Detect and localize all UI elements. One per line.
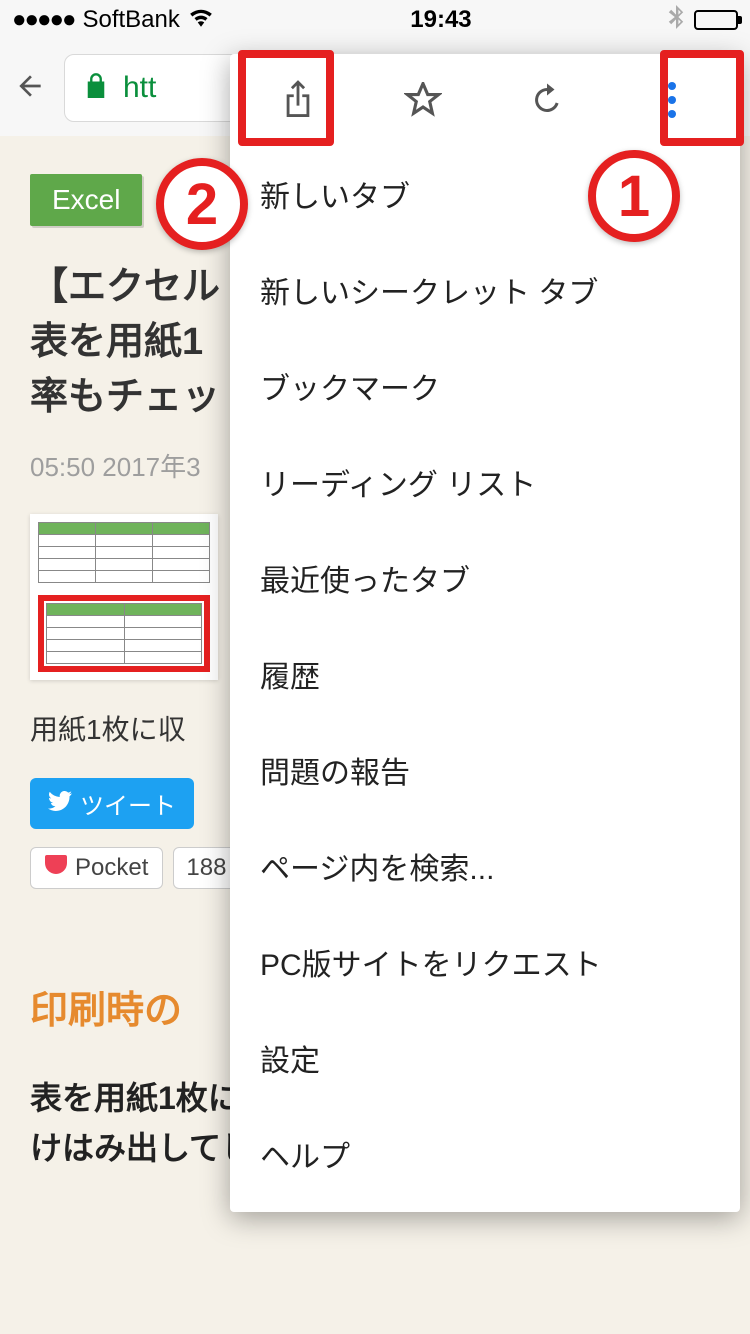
category-tag[interactable]: Excel xyxy=(30,174,142,226)
pocket-label: Pocket xyxy=(75,854,148,882)
status-bar: ●●●●● SoftBank 19:43 xyxy=(0,0,750,40)
menu-item-history[interactable]: 履歴 xyxy=(230,626,740,722)
lock-icon xyxy=(85,72,107,105)
wifi-icon xyxy=(188,6,214,34)
back-button[interactable] xyxy=(14,63,46,113)
signal-dots-icon: ●●●●● xyxy=(12,6,74,34)
status-right xyxy=(668,5,738,36)
pocket-icon xyxy=(45,854,67,882)
battery-icon xyxy=(694,10,738,30)
status-time: 19:43 xyxy=(410,6,471,34)
tweet-button[interactable]: ツイート xyxy=(30,778,194,829)
tweet-label: ツイート xyxy=(80,786,176,821)
menu-item-recent-tabs[interactable]: 最近使ったタブ xyxy=(230,530,740,626)
menu-toolbar xyxy=(230,54,740,146)
carrier-label: SoftBank xyxy=(82,6,179,34)
menu-item-bookmarks[interactable]: ブックマーク xyxy=(230,338,740,434)
menu-item-reading-list[interactable]: リーディング リスト xyxy=(230,434,740,530)
menu-item-desktop-site[interactable]: PC版サイトをリクエスト xyxy=(230,914,740,1010)
menu-item-settings[interactable]: 設定 xyxy=(230,1010,740,1106)
bookmark-star-button[interactable] xyxy=(383,66,463,134)
twitter-icon xyxy=(48,790,72,818)
more-button[interactable] xyxy=(632,66,712,134)
bluetooth-icon xyxy=(668,5,684,36)
vertical-dots-icon xyxy=(668,82,676,118)
url-text: htt xyxy=(123,71,156,105)
menu-item-find[interactable]: ページ内を検索... xyxy=(230,818,740,914)
article-thumbnail xyxy=(30,514,218,680)
menu-item-incognito[interactable]: 新しいシークレット タブ xyxy=(230,242,740,338)
menu-item-help[interactable]: ヘルプ xyxy=(230,1106,740,1202)
annotation-badge-2: 2 xyxy=(156,158,248,250)
pocket-button[interactable]: Pocket xyxy=(30,847,163,889)
annotation-badge-1: 1 xyxy=(588,150,680,242)
menu-item-report[interactable]: 問題の報告 xyxy=(230,722,740,818)
reload-button[interactable] xyxy=(507,66,587,134)
status-left: ●●●●● SoftBank xyxy=(12,6,214,34)
share-button[interactable] xyxy=(258,66,338,134)
